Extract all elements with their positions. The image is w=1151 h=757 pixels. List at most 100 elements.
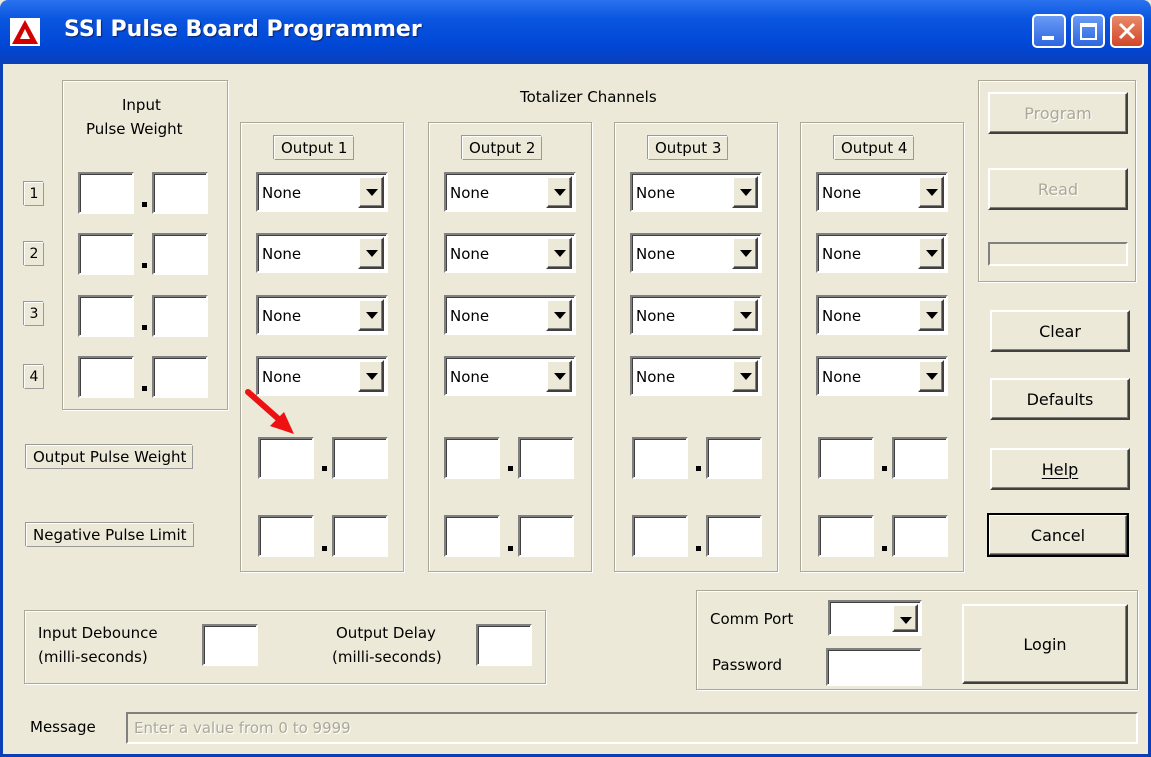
output-4-select-2[interactable]: None bbox=[816, 233, 948, 273]
row-number-4: 4 bbox=[24, 365, 44, 389]
password-field[interactable] bbox=[826, 648, 922, 686]
output-4-negative-limit-fraction[interactable] bbox=[892, 515, 948, 557]
chevron-down-icon[interactable] bbox=[732, 299, 758, 331]
clear-button[interactable]: Clear bbox=[990, 310, 1130, 352]
output-1-select-1[interactable]: None bbox=[256, 172, 388, 212]
input-1-whole-field[interactable] bbox=[78, 172, 134, 214]
cancel-button[interactable]: Cancel bbox=[987, 513, 1129, 557]
input-title: Input bbox=[122, 96, 161, 114]
chevron-down-icon[interactable] bbox=[358, 237, 384, 269]
chevron-down-icon[interactable] bbox=[546, 237, 572, 269]
output-1-select-3[interactable]: None bbox=[256, 295, 388, 335]
chevron-down-icon[interactable] bbox=[732, 360, 758, 392]
input-2-whole-field[interactable] bbox=[78, 233, 134, 275]
chevron-down-icon[interactable] bbox=[892, 604, 918, 632]
message-text: Enter a value from 0 to 9999 bbox=[134, 719, 351, 737]
decimal-point bbox=[696, 546, 701, 551]
input-4-fraction-field[interactable] bbox=[152, 356, 208, 398]
window-title: SSI Pulse Board Programmer bbox=[64, 17, 422, 42]
output-4-select-3[interactable]: None bbox=[816, 295, 948, 335]
pulse-weight-title: Pulse Weight bbox=[86, 120, 183, 138]
decimal-point bbox=[508, 546, 513, 551]
output-3-select-1[interactable]: None bbox=[630, 172, 762, 212]
output-3-select-2[interactable]: None bbox=[630, 233, 762, 273]
input-2-fraction-field[interactable] bbox=[152, 233, 208, 275]
decimal-point bbox=[322, 466, 327, 471]
output-3-negative-limit-whole[interactable] bbox=[632, 515, 688, 557]
output-3-pulse-weight-whole[interactable] bbox=[632, 437, 688, 479]
input-4-whole-field[interactable] bbox=[78, 356, 134, 398]
progress-bar bbox=[988, 242, 1128, 266]
chevron-down-icon[interactable] bbox=[918, 360, 944, 392]
chevron-down-icon[interactable] bbox=[546, 360, 572, 392]
decimal-point bbox=[142, 263, 147, 268]
output-2-pulse-weight-fraction[interactable] bbox=[518, 437, 574, 479]
chevron-down-icon[interactable] bbox=[732, 237, 758, 269]
output-pulse-weight-label: Output Pulse Weight bbox=[26, 445, 194, 469]
output-4-select-4[interactable]: None bbox=[816, 356, 948, 396]
output-4-pulse-weight-whole[interactable] bbox=[818, 437, 874, 479]
output-1-select-2[interactable]: None bbox=[256, 233, 388, 273]
chevron-down-icon[interactable] bbox=[918, 299, 944, 331]
output-3-pulse-weight-fraction[interactable] bbox=[706, 437, 762, 479]
output-4-pulse-weight-fraction[interactable] bbox=[892, 437, 948, 479]
output-4-negative-limit-whole[interactable] bbox=[818, 515, 874, 557]
app-logo-icon bbox=[10, 18, 40, 46]
input-3-fraction-field[interactable] bbox=[152, 295, 208, 337]
input-debounce-field[interactable] bbox=[202, 624, 258, 666]
timing-group bbox=[24, 610, 546, 684]
maximize-icon bbox=[1080, 23, 1097, 40]
output-1-pulse-weight-whole[interactable] bbox=[258, 437, 314, 479]
minimize-button[interactable] bbox=[1032, 14, 1066, 48]
row-number-1: 1 bbox=[24, 182, 44, 206]
maximize-button[interactable] bbox=[1071, 14, 1105, 48]
message-field: Enter a value from 0 to 9999 bbox=[126, 712, 1138, 744]
decimal-point bbox=[508, 466, 513, 471]
output-3-select-4[interactable]: None bbox=[630, 356, 762, 396]
chevron-down-icon[interactable] bbox=[546, 299, 572, 331]
chevron-down-icon[interactable] bbox=[358, 176, 384, 208]
decimal-point bbox=[142, 386, 147, 391]
row-number-3: 3 bbox=[24, 302, 44, 326]
defaults-button[interactable]: Defaults bbox=[990, 378, 1130, 420]
output-delay-field[interactable] bbox=[476, 624, 532, 666]
output-2-negative-limit-fraction[interactable] bbox=[518, 515, 574, 557]
comm-port-label: Comm Port bbox=[710, 610, 794, 628]
output-3-negative-limit-fraction[interactable] bbox=[706, 515, 762, 557]
close-button[interactable] bbox=[1110, 14, 1144, 48]
output-2-select-1[interactable]: None bbox=[444, 172, 576, 212]
output-1-negative-limit-fraction[interactable] bbox=[332, 515, 388, 557]
program-button[interactable]: Program bbox=[988, 92, 1128, 134]
output-1-negative-limit-whole[interactable] bbox=[258, 515, 314, 557]
chevron-down-icon[interactable] bbox=[918, 176, 944, 208]
decimal-point bbox=[882, 466, 887, 471]
chevron-down-icon[interactable] bbox=[918, 237, 944, 269]
output-1-pulse-weight-fraction[interactable] bbox=[332, 437, 388, 479]
help-button-label: Help bbox=[1041, 459, 1079, 479]
decimal-point bbox=[882, 546, 887, 551]
output-3-label: Output 3 bbox=[648, 136, 729, 160]
login-button[interactable]: Login bbox=[962, 604, 1128, 684]
chevron-down-icon[interactable] bbox=[732, 176, 758, 208]
password-label: Password bbox=[712, 656, 783, 674]
chevron-down-icon[interactable] bbox=[546, 176, 572, 208]
comm-port-select[interactable] bbox=[828, 600, 922, 636]
input-3-whole-field[interactable] bbox=[78, 295, 134, 337]
output-3-select-3[interactable]: None bbox=[630, 295, 762, 335]
input-1-fraction-field[interactable] bbox=[152, 172, 208, 214]
output-2-label: Output 2 bbox=[462, 136, 543, 160]
chevron-down-icon[interactable] bbox=[358, 299, 384, 331]
decimal-point bbox=[322, 546, 327, 551]
minimize-icon bbox=[1042, 36, 1054, 40]
output-2-select-3[interactable]: None bbox=[444, 295, 576, 335]
output-2-select-2[interactable]: None bbox=[444, 233, 576, 273]
output-2-negative-limit-whole[interactable] bbox=[444, 515, 500, 557]
message-label: Message bbox=[30, 718, 96, 736]
chevron-down-icon[interactable] bbox=[358, 360, 384, 392]
read-button[interactable]: Read bbox=[988, 168, 1128, 210]
output-4-select-1[interactable]: None bbox=[816, 172, 948, 212]
output-2-select-4[interactable]: None bbox=[444, 356, 576, 396]
help-button[interactable]: Help bbox=[990, 448, 1130, 490]
output-2-pulse-weight-whole[interactable] bbox=[444, 437, 500, 479]
decimal-point bbox=[142, 202, 147, 207]
